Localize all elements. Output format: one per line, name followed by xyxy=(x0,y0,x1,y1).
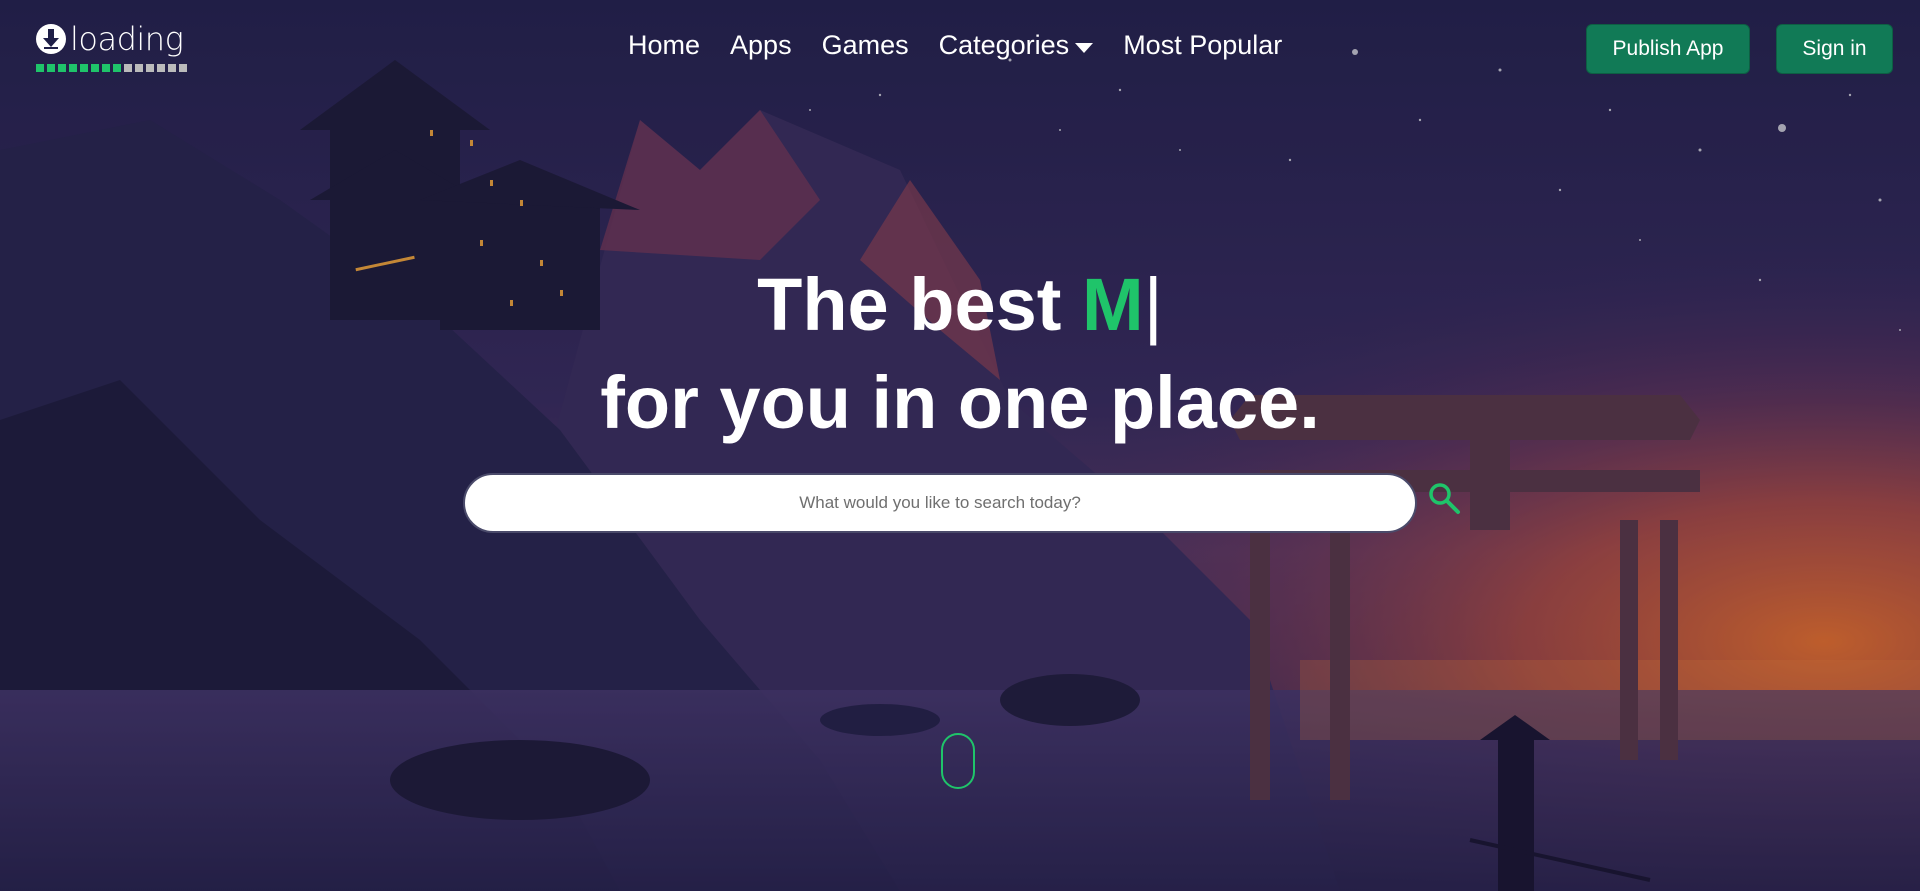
nav-games[interactable]: Games xyxy=(822,30,909,61)
main-nav: Home Apps Games Categories Most Popular xyxy=(628,30,1282,61)
download-icon xyxy=(36,24,66,54)
hero-typing-text: M xyxy=(1081,263,1144,346)
typing-cursor: | xyxy=(1143,263,1163,346)
nav-home-label: Home xyxy=(628,30,701,60)
nav-apps-label: Apps xyxy=(730,30,792,60)
search-input[interactable] xyxy=(488,492,1392,514)
nav-most-popular-label: Most Popular xyxy=(1123,30,1283,60)
hero-title-line1: The best M| xyxy=(0,262,1920,347)
nav-categories[interactable]: Categories xyxy=(939,30,1094,61)
page: loading Home Apps Games Categories Most … xyxy=(0,0,1920,891)
publish-app-button[interactable]: Publish App xyxy=(1586,24,1750,74)
search-icon xyxy=(1429,483,1460,514)
chevron-down-icon xyxy=(1075,42,1094,53)
nav-home[interactable]: Home xyxy=(628,30,700,61)
hero-title-line2: for you in one place. xyxy=(600,361,1320,444)
nav-apps[interactable]: Apps xyxy=(730,30,792,61)
hero-prefix: The best xyxy=(757,263,1082,346)
search-button[interactable] xyxy=(1424,478,1464,518)
logo-text: loading xyxy=(70,20,184,58)
search-box xyxy=(463,473,1417,533)
loading-progress-bar xyxy=(36,64,187,72)
nav-most-popular[interactable]: Most Popular xyxy=(1123,30,1282,61)
logo[interactable]: loading xyxy=(36,20,187,72)
nav-categories-label: Categories xyxy=(938,30,1070,60)
sign-in-button[interactable]: Sign in xyxy=(1776,24,1893,74)
nav-games-label: Games xyxy=(821,30,909,60)
scroll-down-indicator[interactable] xyxy=(941,733,975,789)
